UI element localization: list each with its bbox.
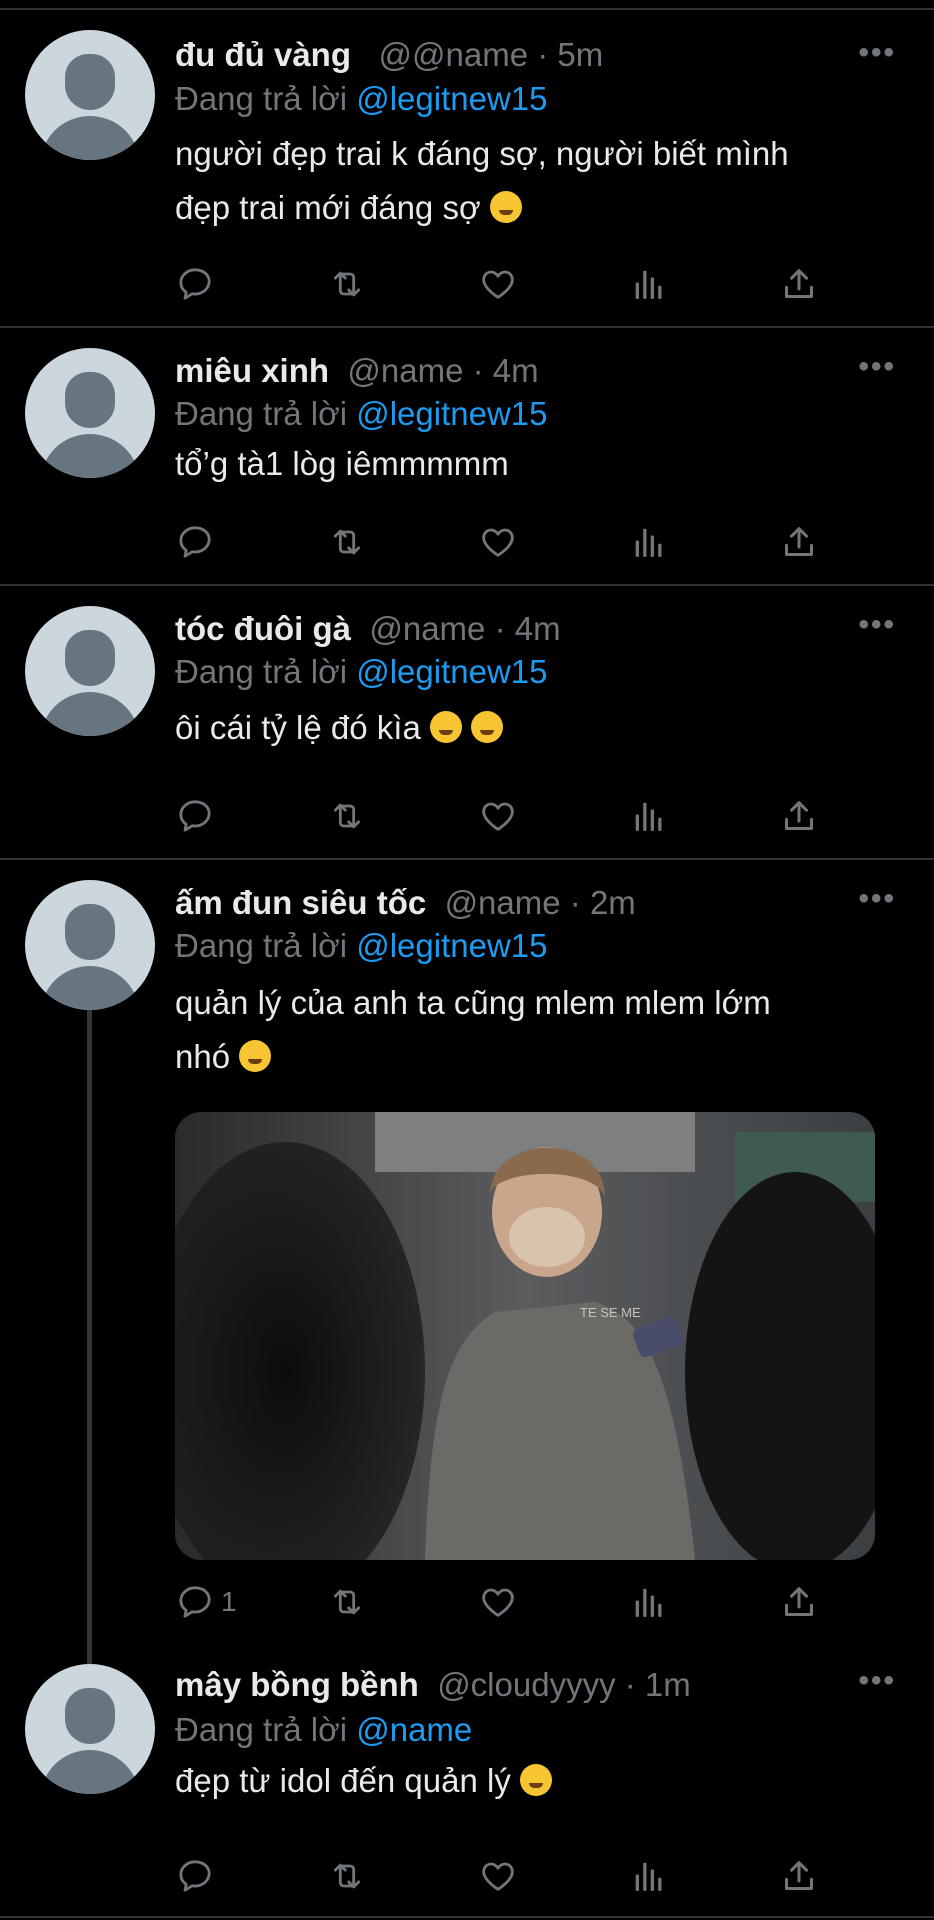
bottom-divider [0, 1916, 934, 1918]
like-icon[interactable] [478, 796, 518, 836]
tweet-text: quản lý của anh ta cũng mlem mlem lớm nh… [175, 984, 771, 1075]
action-bar [175, 1856, 825, 1896]
share-icon[interactable] [779, 796, 819, 836]
display-name[interactable]: ấm đun siêu tốc [175, 884, 426, 921]
action-bar [175, 264, 825, 304]
tweet-text: tổ’g tà1 lòg iêmmmmm [175, 445, 509, 482]
reply-icon[interactable] [175, 264, 215, 304]
reply-context: Đang trả lời @legitnew15 [175, 80, 548, 117]
reply-icon[interactable] [175, 796, 215, 836]
avatar[interactable] [25, 1664, 155, 1794]
more-icon[interactable]: ••• [858, 608, 896, 642]
mention-link[interactable]: @legitnew15 [356, 395, 547, 432]
share-icon[interactable] [779, 1582, 819, 1622]
share-icon[interactable] [779, 522, 819, 562]
action-bar [175, 522, 825, 562]
like-icon[interactable] [478, 1582, 518, 1622]
tweet-item[interactable]: tóc đuôi gà @name · 4m ••• Đang trả lời … [0, 586, 934, 859]
mention-link[interactable]: @name [356, 1711, 472, 1748]
reply-icon[interactable] [175, 1856, 215, 1896]
views-icon[interactable] [629, 1582, 669, 1622]
svg-text:TE SE ME: TE SE ME [580, 1305, 641, 1320]
like-icon[interactable] [478, 264, 518, 304]
views-icon[interactable] [629, 796, 669, 836]
retweet-icon[interactable] [327, 1582, 367, 1622]
display-name[interactable]: mây bồng bềnh [175, 1666, 419, 1703]
avatar[interactable] [25, 880, 155, 1010]
handle: @name · 2m [444, 884, 636, 921]
views-icon[interactable] [629, 522, 669, 562]
share-icon[interactable] [779, 1856, 819, 1896]
tweet-header: đu đủ vàng @@name · 5m [175, 36, 603, 74]
handle: @cloudyyyy · 1m [437, 1666, 691, 1703]
more-icon[interactable]: ••• [858, 350, 896, 384]
mention-link[interactable]: @legitnew15 [356, 80, 547, 117]
holding-back-tears-emoji [471, 711, 504, 743]
share-icon[interactable] [779, 264, 819, 304]
more-icon[interactable]: ••• [858, 36, 896, 70]
reply-icon[interactable]: 1 [175, 1582, 237, 1622]
handle: @@name · 5m [378, 36, 604, 73]
timestamp: 4m [492, 352, 539, 389]
tweet-header: mây bồng bềnh @cloudyyyy · 1m [175, 1666, 691, 1704]
timestamp: 4m [514, 610, 561, 647]
reply-context: Đang trả lời @legitnew15 [175, 395, 548, 432]
tweet-text: ôi cái tỷ lệ đó kìa [175, 701, 875, 755]
reply-count: 1 [221, 1586, 237, 1617]
action-bar: 1 [175, 1582, 825, 1622]
timestamp: 1m [644, 1666, 691, 1703]
tweet-header: miêu xinh @name · 4m [175, 352, 539, 390]
avatar[interactable] [25, 606, 155, 736]
display-name[interactable]: đu đủ vàng [175, 36, 351, 73]
loudly-crying-emoji [489, 191, 522, 223]
more-icon[interactable]: ••• [858, 882, 896, 916]
reply-context: Đang trả lời @legitnew15 [175, 653, 548, 690]
avatar[interactable] [25, 30, 155, 160]
views-icon[interactable] [629, 1856, 669, 1896]
retweet-icon[interactable] [327, 796, 367, 836]
like-icon[interactable] [478, 522, 518, 562]
mention-link[interactable]: @legitnew15 [356, 653, 547, 690]
handle: @name · 4m [347, 352, 539, 389]
mention-link[interactable]: @legitnew15 [356, 927, 547, 964]
retweet-icon[interactable] [327, 264, 367, 304]
tweet-header: tóc đuôi gà @name · 4m [175, 610, 561, 648]
tweet-text: đẹp từ idol đến quản lý [175, 1754, 875, 1808]
loudly-crying-emoji [429, 711, 462, 743]
retweet-icon[interactable] [327, 1856, 367, 1896]
reply-context: Đang trả lời @name [175, 1711, 473, 1748]
timestamp: 2m [589, 884, 636, 921]
handle: @name · 4m [369, 610, 561, 647]
more-icon[interactable]: ••• [858, 1664, 896, 1698]
tweet-photo[interactable]: TE SE ME [175, 1112, 875, 1560]
savoring-food-emoji [520, 1764, 553, 1796]
display-name[interactable]: tóc đuôi gà [175, 610, 351, 647]
tweet-text: người đẹp trai k đáng sợ, người biết mìn… [175, 135, 789, 226]
views-icon[interactable] [629, 264, 669, 304]
action-bar [175, 796, 825, 836]
tweet-header: ấm đun siêu tốc @name · 2m [175, 884, 636, 922]
avatar[interactable] [25, 348, 155, 478]
display-name[interactable]: miêu xinh [175, 352, 329, 389]
drooling-emoji [239, 1040, 272, 1072]
photo-illustration: TE SE ME [175, 1112, 875, 1560]
retweet-icon[interactable] [327, 522, 367, 562]
tweet-item[interactable]: mây bồng bềnh @cloudyyyy · 1m ••• Đang t… [0, 1640, 934, 1920]
like-icon[interactable] [478, 1856, 518, 1896]
timestamp: 5m [557, 36, 604, 73]
reply-context: Đang trả lời @legitnew15 [175, 927, 548, 964]
tweet-item[interactable]: đu đủ vàng @@name · 5m ••• Đang trả lời … [0, 0, 934, 327]
tweet-item[interactable]: miêu xinh @name · 4m ••• Đang trả lời @l… [0, 328, 934, 585]
reply-icon[interactable] [175, 522, 215, 562]
